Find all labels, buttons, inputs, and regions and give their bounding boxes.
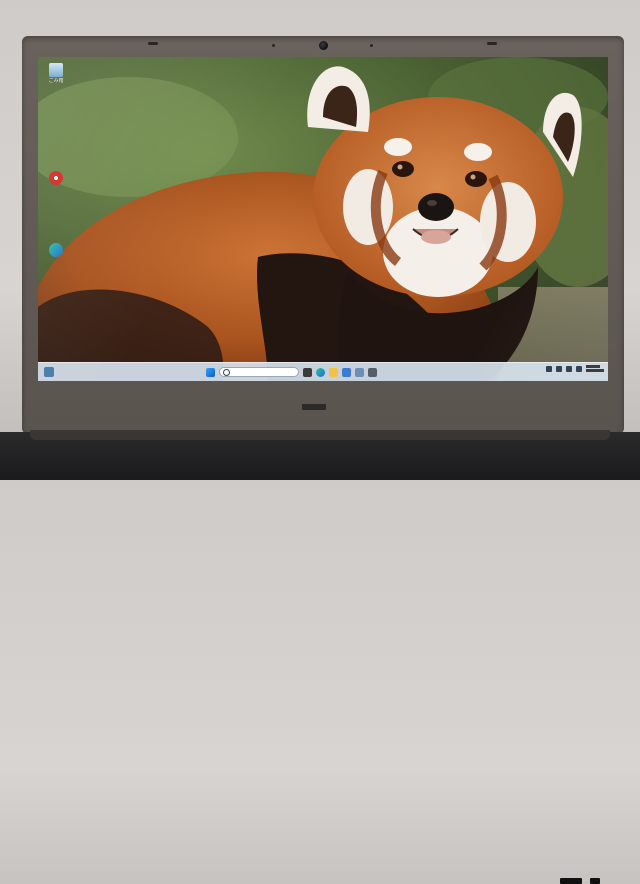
microphone-left <box>148 42 158 45</box>
clock[interactable] <box>586 365 604 372</box>
edge-icon <box>49 243 63 257</box>
microphone-right <box>487 42 497 45</box>
settings-icon[interactable] <box>368 367 377 377</box>
brand-logo <box>302 404 326 410</box>
taskbar-pinned <box>206 366 377 378</box>
laptop-screen: ごみ箱 <box>38 57 608 381</box>
search-icon <box>223 368 230 376</box>
system-tray <box>546 365 604 372</box>
red-panda-wallpaper <box>38 57 608 381</box>
start-icon[interactable] <box>206 367 215 377</box>
store-icon[interactable] <box>342 367 351 377</box>
sensor-right <box>370 44 373 47</box>
desktop-icon-label: ごみ箱 <box>48 78 64 84</box>
port <box>590 878 600 884</box>
desktop-icon-recycle-bin[interactable]: ごみ箱 <box>44 63 68 84</box>
port <box>560 878 582 884</box>
sensor-left <box>272 44 275 47</box>
laptop-base <box>0 430 640 884</box>
edge-icon[interactable] <box>316 367 325 377</box>
explorer-icon[interactable] <box>329 367 338 377</box>
widgets-icon[interactable] <box>44 367 54 377</box>
battery-icon[interactable] <box>576 365 582 372</box>
app-red-icon <box>49 171 63 185</box>
webcam-icon <box>319 41 328 50</box>
app-icon[interactable] <box>355 367 364 377</box>
taskbar <box>38 362 608 381</box>
task-view-icon[interactable] <box>303 367 312 377</box>
desktop-icon-app[interactable] <box>44 171 68 186</box>
volume-icon[interactable] <box>566 365 572 372</box>
search-box[interactable] <box>219 367 299 377</box>
recycle-bin-icon <box>49 63 63 77</box>
chevron-up-icon[interactable] <box>546 365 552 372</box>
desktop-icon-edge[interactable] <box>44 243 68 258</box>
wifi-icon[interactable] <box>556 365 562 372</box>
